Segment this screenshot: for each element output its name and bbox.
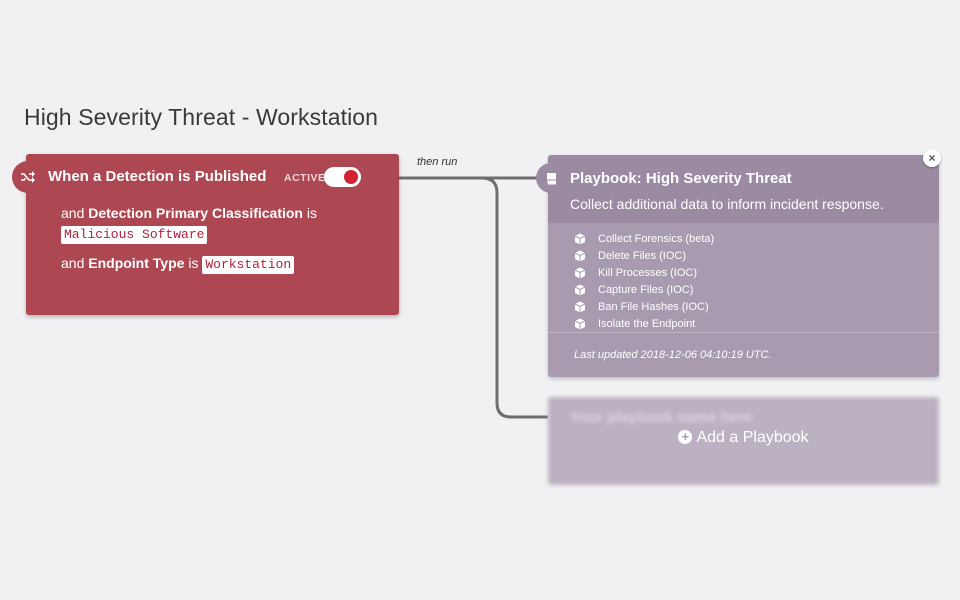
playbook-action-item[interactable]: Capture Files (IOC) bbox=[574, 281, 714, 298]
trigger-title: When a Detection is Published bbox=[48, 168, 267, 185]
playbook-header bbox=[548, 155, 939, 223]
cube-icon bbox=[574, 318, 586, 329]
condition-operator: is bbox=[306, 205, 318, 221]
book-icon bbox=[546, 172, 556, 184]
condition-prefix: and bbox=[61, 255, 85, 271]
playbook-action-item[interactable]: Ban File Hashes (IOC) bbox=[574, 298, 714, 315]
cube-icon bbox=[574, 250, 586, 261]
playbook-description: Collect additional data to inform incide… bbox=[570, 196, 884, 212]
plus-circle-icon: + bbox=[678, 430, 693, 444]
close-icon[interactable]: × bbox=[923, 149, 941, 167]
playbook-action-item[interactable]: Kill Processes (IOC) bbox=[574, 264, 714, 281]
playbook-card[interactable]: Playbook: High Severity Threat Collect a… bbox=[536, 149, 941, 377]
toggle-knob bbox=[344, 170, 358, 184]
condition-operator: is bbox=[188, 255, 199, 271]
playbook-badge bbox=[536, 163, 566, 193]
condition-prefix: and bbox=[61, 205, 85, 221]
action-label: Ban File Hashes (IOC) bbox=[598, 300, 709, 313]
playbook-action-item[interactable]: Collect Forensics (beta) bbox=[574, 230, 714, 247]
condition-2: and Endpoint Type is Workstation bbox=[61, 253, 295, 274]
action-label: Collect Forensics (beta) bbox=[598, 232, 715, 245]
playbook-action-item[interactable]: Delete Files (IOC) bbox=[574, 247, 714, 264]
playbook-title: Playbook: High Severity Threat bbox=[570, 170, 792, 187]
condition-1: and Detection Primary Classification is … bbox=[61, 203, 317, 244]
condition-field: Detection Primary Classification bbox=[88, 205, 303, 221]
cube-icon bbox=[574, 233, 586, 244]
status-label: ACTIVE bbox=[284, 172, 326, 184]
condition-value-chip[interactable]: Malicious Software bbox=[61, 226, 208, 244]
action-label: Capture Files (IOC) bbox=[598, 283, 694, 296]
placeholder-title: Your playbook name here bbox=[570, 409, 753, 426]
playbook-action-list: Collect Forensics (beta) Delete Files (I… bbox=[574, 230, 714, 332]
action-label: Kill Processes (IOC) bbox=[598, 266, 698, 279]
cube-icon bbox=[574, 284, 586, 295]
add-playbook-button[interactable]: + Add a Playbook bbox=[548, 429, 939, 447]
playbook-divider bbox=[548, 332, 939, 333]
trigger-card[interactable]: When a Detection is Published ACTIVE and… bbox=[12, 154, 399, 315]
connector-label: then run bbox=[417, 156, 458, 168]
shuffle-icon bbox=[21, 171, 35, 183]
active-toggle[interactable] bbox=[324, 167, 361, 187]
cube-icon bbox=[574, 267, 586, 278]
trigger-badge bbox=[12, 161, 44, 193]
action-label: Delete Files (IOC) bbox=[598, 249, 687, 262]
action-label: Isolate the Endpoint bbox=[598, 317, 696, 330]
condition-field: Endpoint Type bbox=[88, 255, 185, 271]
cube-icon bbox=[574, 301, 586, 312]
playbook-last-updated: Last updated 2018-12-06 04:10:19 UTC. bbox=[574, 349, 772, 361]
playbook-action-item[interactable]: Isolate the Endpoint bbox=[574, 315, 714, 332]
add-playbook-label: Add a Playbook bbox=[696, 429, 809, 446]
condition-value-chip[interactable]: Workstation bbox=[202, 256, 295, 274]
